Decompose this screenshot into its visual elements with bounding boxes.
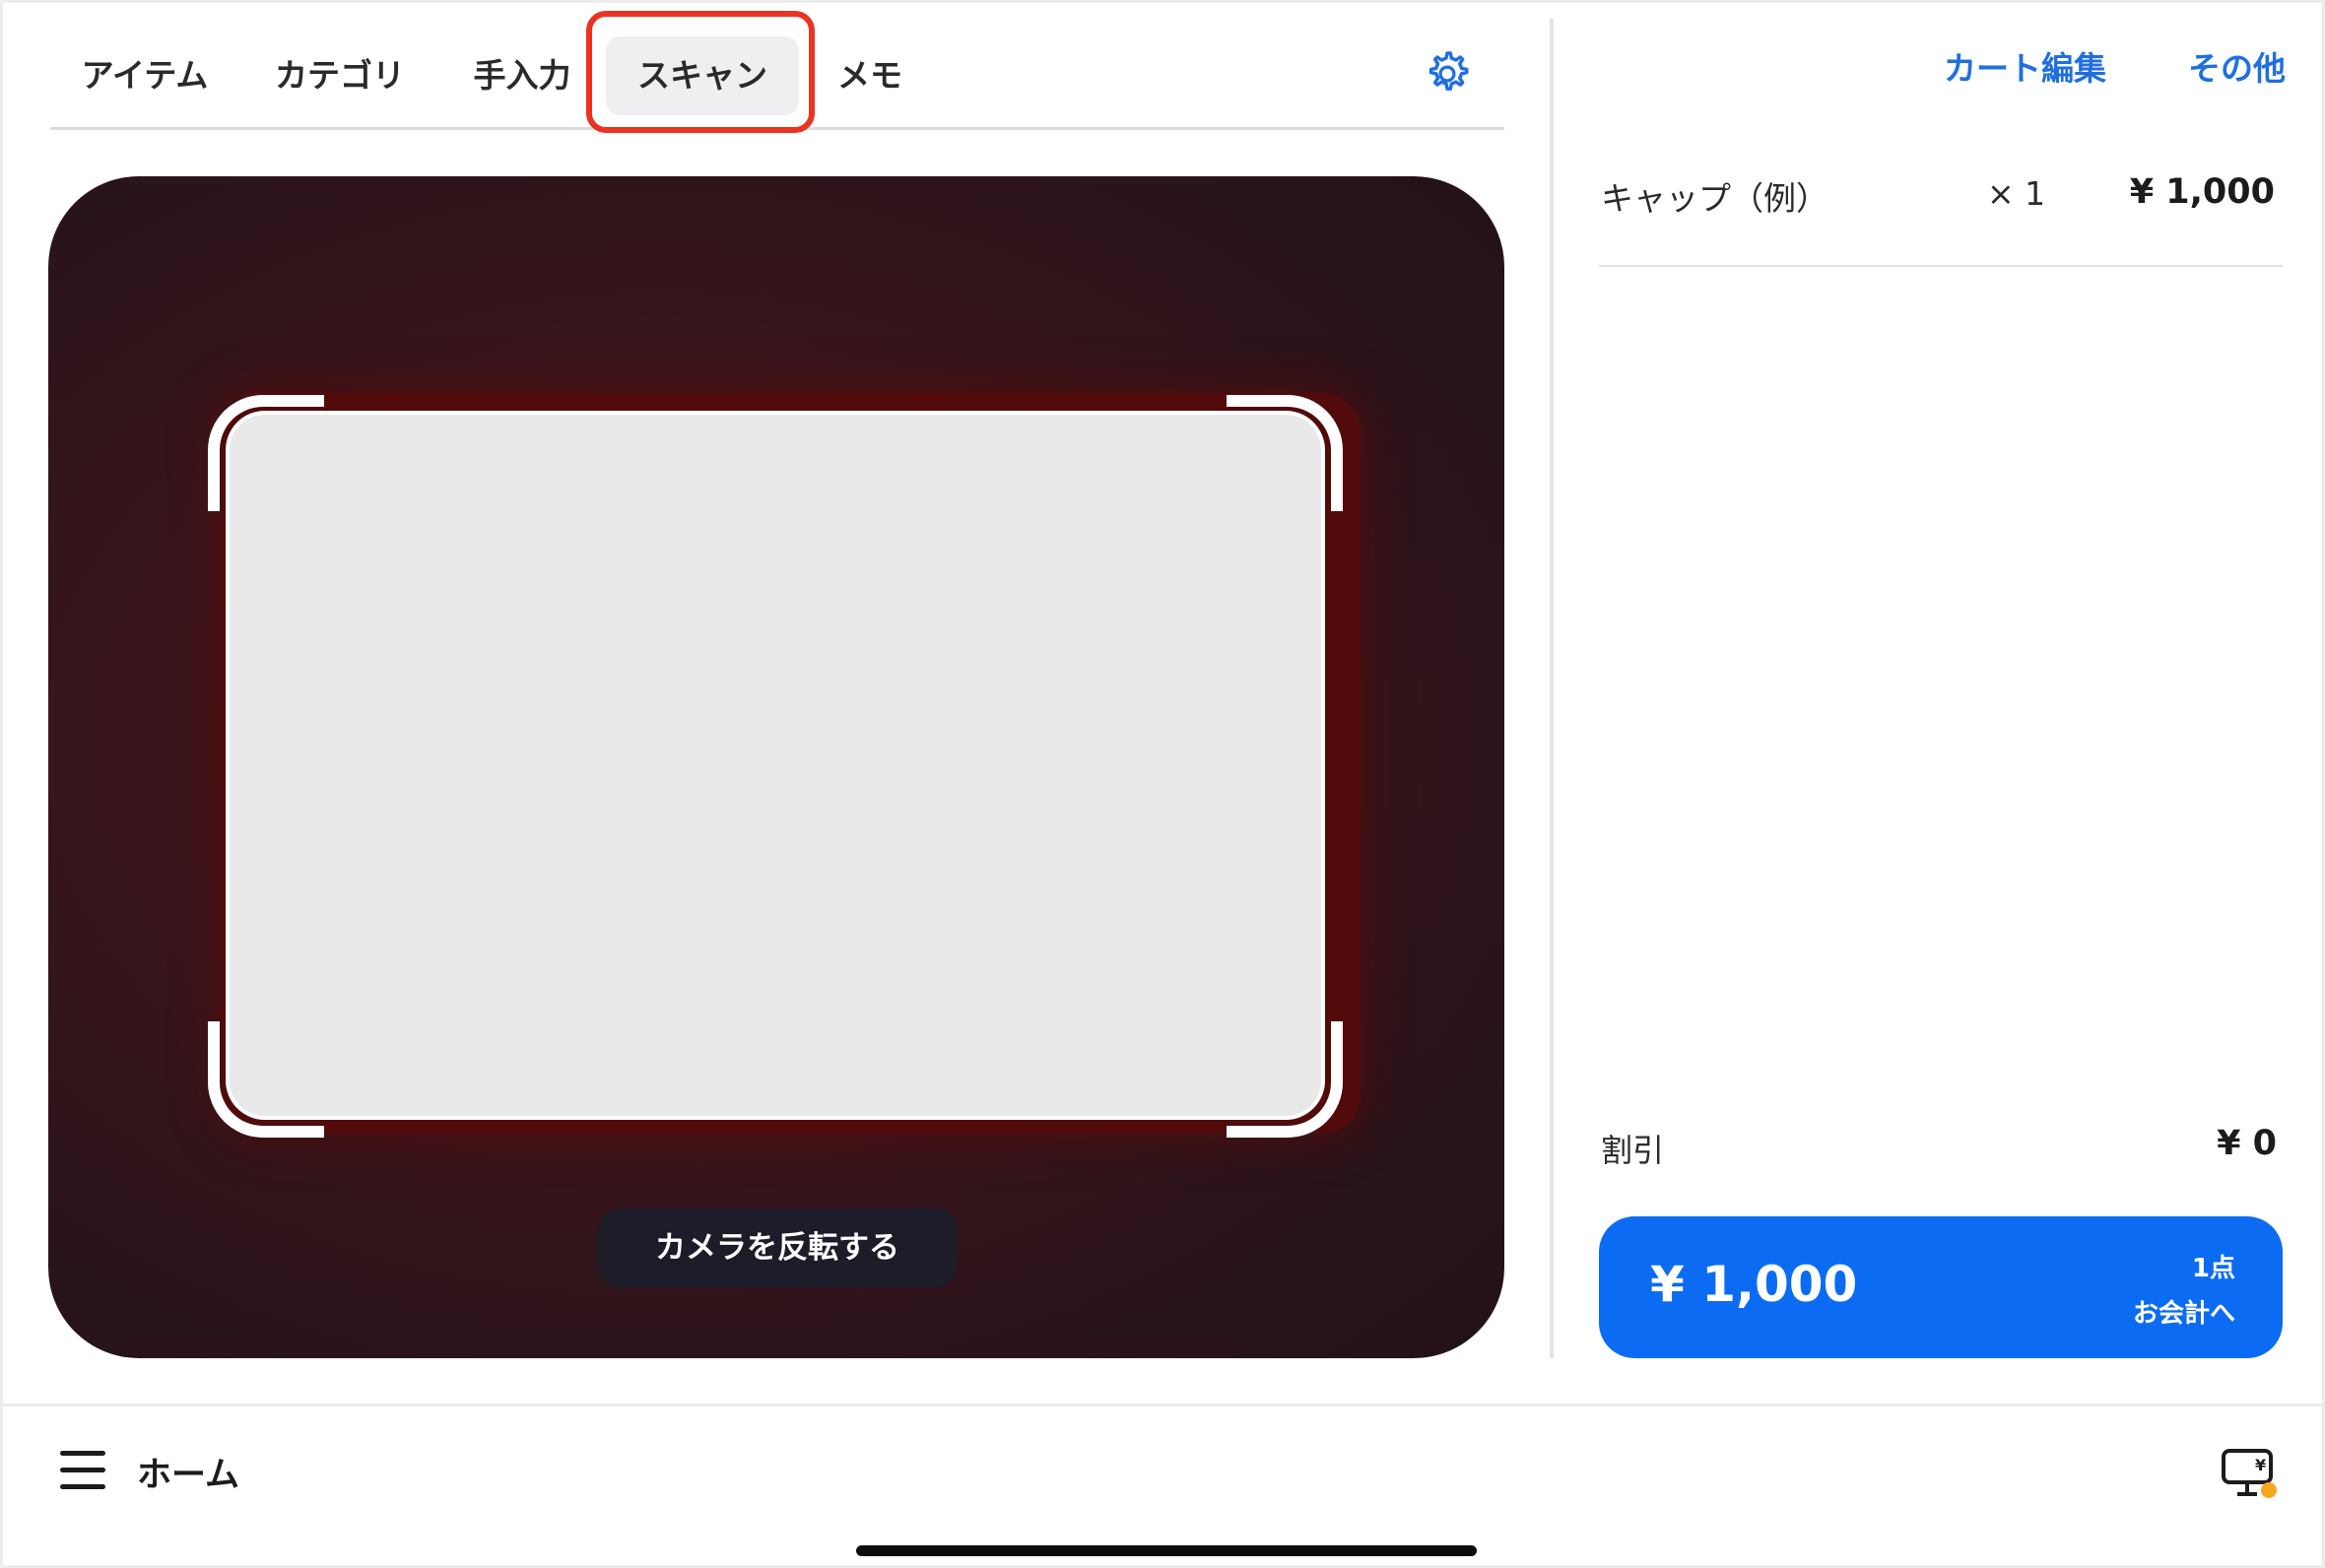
bottom-bar-divider — [3, 1404, 2325, 1406]
other-menu-link[interactable]: その他 — [2188, 42, 2286, 90]
scan-target-card — [226, 411, 1325, 1120]
cart-line-item[interactable]: キャップ（例） × 1 ¥ 1,000 — [1599, 163, 2283, 267]
flip-camera-button[interactable]: カメラを反転する — [598, 1209, 957, 1287]
hamburger-menu-icon[interactable] — [60, 1449, 105, 1492]
svg-text:¥: ¥ — [2255, 1456, 2266, 1474]
checkout-label: お会計へ — [2132, 1299, 2235, 1329]
cart-item-price: ¥ 1,000 — [2129, 172, 2275, 212]
cart-item-name: キャップ（例） — [1601, 179, 1828, 218]
discount-value: ¥ 0 — [2217, 1124, 2277, 1163]
scan-corner-top-left — [208, 395, 324, 511]
gear-icon[interactable] — [1422, 48, 1473, 99]
app-window: アイテム カテゴリ 手入力 スキャン メモ カメラを反転する カート編集 その他… — [0, 0, 2325, 1568]
tab-category[interactable]: カテゴリ — [271, 36, 409, 115]
pane-divider — [1550, 19, 1554, 1358]
tab-memo[interactable]: メモ — [829, 36, 911, 115]
scan-corner-top-right — [1227, 395, 1343, 511]
cart-item-quantity: × 1 — [1987, 174, 2046, 213]
scan-corner-bottom-left — [208, 1021, 324, 1138]
discount-label: 割引 — [1601, 1132, 1665, 1169]
tab-bar: アイテム カテゴリ 手入力 スキャン メモ — [50, 33, 1504, 130]
checkout-button[interactable]: ¥ 1,000 1点 お会計へ — [1599, 1216, 2283, 1358]
customer-display-icon[interactable]: ¥ — [2220, 1445, 2279, 1500]
scan-corner-bottom-right — [1227, 1021, 1343, 1138]
tab-manual-entry[interactable]: 手入力 — [468, 36, 576, 115]
home-label[interactable]: ホーム — [137, 1447, 239, 1497]
tab-items[interactable]: アイテム — [76, 36, 214, 115]
camera-preview: カメラを反転する — [48, 176, 1504, 1358]
tab-scan[interactable]: スキャン — [606, 36, 799, 115]
checkout-total: ¥ 1,000 — [1650, 1256, 1858, 1313]
edit-cart-link[interactable]: カート編集 — [1944, 42, 2106, 90]
home-indicator — [856, 1545, 1477, 1556]
checkout-item-count: 1点 — [2191, 1254, 2235, 1283]
